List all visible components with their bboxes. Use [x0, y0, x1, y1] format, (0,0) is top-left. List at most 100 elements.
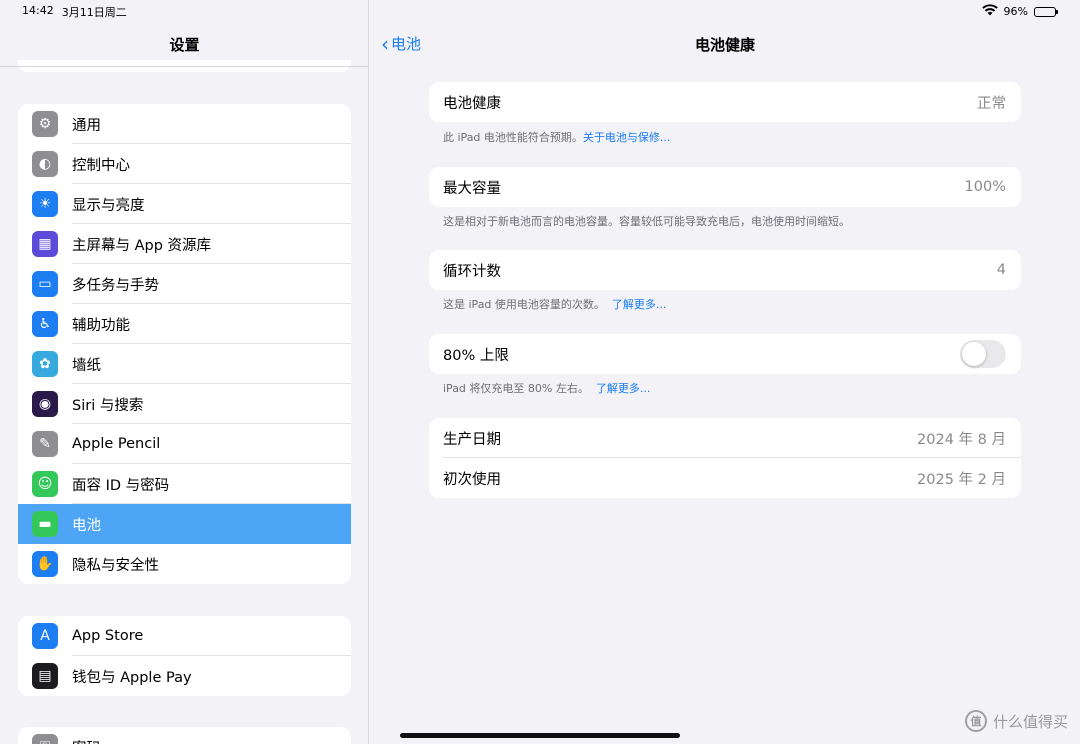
cycle-count-label: 循环计数: [443, 263, 501, 280]
sidebar-item-label: 钱包与 Apple Pay: [72, 669, 192, 686]
chevron-left-icon: ‹: [381, 31, 389, 56]
sidebar-item[interactable]: ✿ 墙纸: [18, 344, 351, 384]
sidebar-item-label: 多任务与手势: [72, 277, 159, 294]
settings-group-store: A App Store ▤ 钱包与 Apple Pay: [18, 616, 351, 696]
sidebar-item-label: 密码: [72, 737, 101, 744]
battery-icon: ▬: [32, 511, 58, 537]
page-title: 电池健康: [694, 36, 755, 54]
hand-icon: ✋: [32, 551, 58, 577]
sidebar-item-label: 主屏幕与 App 资源库: [72, 237, 212, 254]
key-icon: ⚿: [32, 734, 58, 744]
sidebar-item[interactable]: ▦ 主屏幕与 App 资源库: [18, 224, 351, 264]
max-capacity-row: 最大容量 100%: [429, 167, 1021, 207]
sidebar-item-label: App Store: [72, 628, 144, 644]
sidebar-item[interactable]: A App Store: [18, 616, 351, 656]
sidebar-item[interactable]: ◐ 控制中心: [18, 144, 351, 184]
settings-sidebar: 14:42 3月11日周二 设置 ⚙ 通用 ◐ 控制中心 ☀ 显示与亮度 ▦ 主屏幕与 App…: [0, 0, 369, 744]
home-indicator[interactable]: [400, 733, 680, 738]
max-capacity-footer: 这是相对于新电池而言的电池容量。容量较低可能导致充电后，电池使用时间缩短。: [443, 215, 850, 228]
battery-health-footer: 此 iPad 电池性能符合预期。关于电池与保修...: [443, 129, 670, 145]
sidebar-item[interactable]: ♿ 辅助功能: [18, 304, 351, 344]
sidebar-item[interactable]: ✋ 隐私与安全性: [18, 544, 351, 584]
battery-percent: 96%: [1003, 5, 1028, 18]
appstore-icon: A: [32, 623, 58, 649]
sidebar-item[interactable]: ◉ Siri 与搜索: [18, 384, 351, 424]
sidebar-item[interactable]: ☀ 显示与亮度: [18, 184, 351, 224]
sidebar-item-label: Siri 与搜索: [72, 397, 144, 414]
manufacture-date-value: 2024 年 8 月: [917, 431, 1006, 448]
charge-limit-toggle[interactable]: [960, 340, 1006, 368]
sidebar-item[interactable]: ▤ 钱包与 Apple Pay: [18, 656, 351, 696]
status-battery-icon: [1034, 6, 1058, 17]
settings-group-passwords: ⚿ 密码: [18, 727, 351, 744]
cycle-count-value: 4: [996, 262, 1006, 278]
max-capacity-label: 最大容量: [443, 180, 501, 197]
battery-dates-card: 生产日期 2024 年 8 月 初次使用 2025 年 2 月: [429, 418, 1021, 498]
back-button-label: 电池: [391, 35, 422, 53]
toggles-icon: ◐: [32, 151, 58, 177]
accessibility-icon: ♿: [32, 311, 58, 337]
sidebar-item[interactable]: ▭ 多任务与手势: [18, 264, 351, 304]
sidebar-item-label: Apple Pencil: [72, 436, 161, 452]
cycle-count-footer-text: 这是 iPad 使用电池容量的次数。: [443, 298, 605, 311]
sidebar-item-label: 通用: [72, 117, 101, 134]
first-use-value: 2025 年 2 月: [917, 471, 1006, 488]
gear-icon: ⚙: [32, 111, 58, 137]
sun-icon: ☀: [32, 191, 58, 217]
battery-health-footer-text: 此 iPad 电池性能符合预期。: [443, 131, 583, 144]
charge-limit-row: 80% 上限: [429, 334, 1021, 374]
cycle-count-footer: 这是 iPad 使用电池容量的次数。 了解更多...: [443, 296, 666, 312]
sidebar-item-label: 墙纸: [72, 357, 101, 374]
settings-group-system: ⚙ 通用 ◐ 控制中心 ☀ 显示与亮度 ▦ 主屏幕与 App 资源库 ▭ 多任务与手势 ♿ 辅助功能 ✿…: [18, 104, 351, 584]
manufacture-date-row: 生产日期 2024 年 8 月: [429, 418, 1021, 458]
limit-learn-more-link[interactable]: 了解更多...: [596, 382, 651, 395]
max-capacity-value: 100%: [964, 179, 1006, 195]
cycle-learn-more-link[interactable]: 了解更多...: [612, 298, 667, 311]
watermark: 值 什么值得买: [964, 710, 1068, 732]
sidebar-item-label: 面容 ID 与密码: [72, 477, 170, 494]
battery-warranty-link[interactable]: 关于电池与保修...: [583, 131, 671, 144]
sidebar-header-divider: [0, 66, 368, 67]
charge-limit-footer-text: iPad 将仅充电至 80% 左右。: [443, 382, 589, 395]
faceid-icon: ☺: [32, 471, 58, 497]
sidebar-item[interactable]: ⚿ 密码: [18, 727, 351, 744]
cycle-count-card: 循环计数 4: [429, 250, 1021, 290]
toggle-knob: [962, 342, 986, 366]
status-indicators: 96%: [981, 4, 1058, 19]
watermark-text: 什么值得买: [992, 712, 1068, 731]
siri-icon: ◉: [32, 391, 58, 417]
status-time: 14:42: [22, 4, 54, 17]
first-use-label: 初次使用: [443, 471, 501, 488]
battery-health-value: 正常: [977, 95, 1006, 112]
sidebar-item[interactable]: ⚙ 通用: [18, 104, 351, 144]
sidebar-item-label: 隐私与安全性: [72, 557, 159, 574]
battery-health-card: 电池健康 正常: [429, 82, 1021, 122]
sidebar-item[interactable]: ☺ 面容 ID 与密码: [18, 464, 351, 504]
battery-health-label: 电池健康: [443, 95, 501, 112]
sidebar-item-label: 控制中心: [72, 157, 130, 174]
flower-icon: ✿: [32, 351, 58, 377]
sidebar-item-label: 辅助功能: [72, 317, 130, 334]
home-grid-icon: ▦: [32, 231, 58, 257]
battery-health-row[interactable]: 电池健康 正常: [429, 82, 1021, 122]
sidebar-item-label: 显示与亮度: [72, 197, 145, 214]
wifi-icon: [981, 4, 998, 19]
status-date: 3月11日周二: [61, 6, 127, 19]
cycle-count-row: 循环计数 4: [429, 250, 1021, 290]
back-button[interactable]: ‹ 电池: [381, 33, 421, 54]
charge-limit-footer: iPad 将仅充电至 80% 左右。 了解更多...: [443, 380, 650, 396]
sidebar-item-label: 电池: [72, 517, 101, 534]
manufacture-date-label: 生产日期: [443, 431, 501, 448]
first-use-row: 初次使用 2025 年 2 月: [429, 458, 1021, 498]
sidebar-title: 设置: [169, 36, 200, 54]
multitask-icon: ▭: [32, 271, 58, 297]
sidebar-item[interactable]: ▬ 电池: [18, 504, 351, 544]
sidebar-item[interactable]: ✎ Apple Pencil: [18, 424, 351, 464]
charge-limit-label: 80% 上限: [443, 347, 509, 364]
status-time-date: 14:42 3月11日周二: [22, 4, 127, 20]
watermark-logo-icon: 值: [964, 710, 987, 732]
wallet-icon: ▤: [32, 663, 58, 689]
pencil-icon: ✎: [32, 431, 58, 457]
max-capacity-card: 最大容量 100%: [429, 167, 1021, 207]
charge-limit-card: 80% 上限: [429, 334, 1021, 374]
